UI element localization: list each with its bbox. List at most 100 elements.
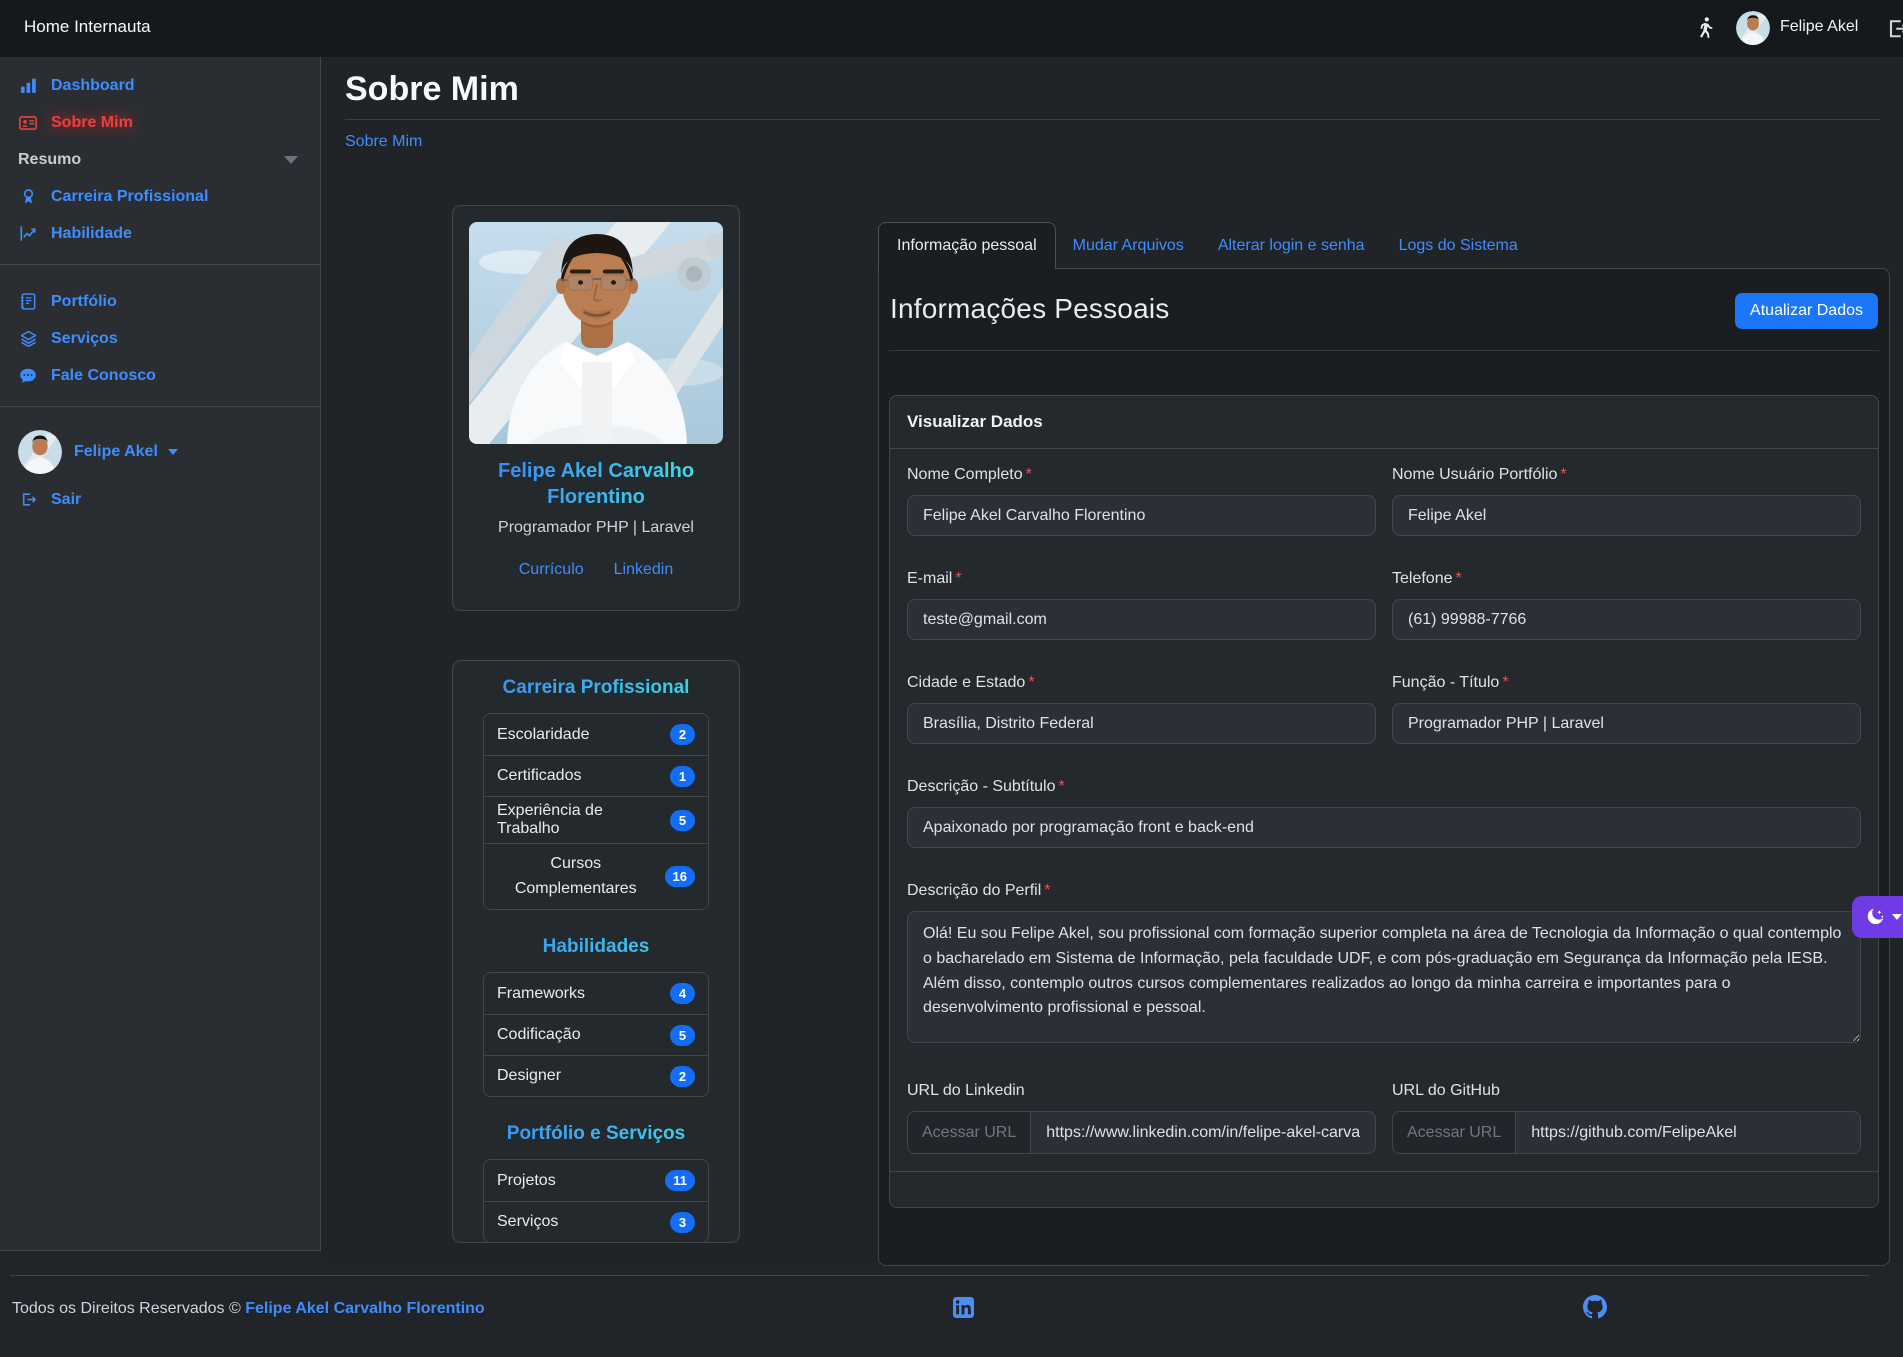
sidebar-item-label: Resumo [18,151,81,169]
list-item[interactable]: Designer 2 [484,1055,708,1096]
list-item-label: Codificação [497,1026,664,1044]
list-item[interactable]: Serviços 3 [484,1201,708,1242]
section-title: Informações Pessoais [890,293,1169,325]
count-badge: 5 [670,1025,695,1046]
dark-mode-toggle[interactable] [1852,896,1903,938]
accessibility-icon[interactable] [1694,16,1716,40]
profile-role: Programador PHP | Laravel [469,519,723,537]
linkedin-icon[interactable] [953,1297,974,1318]
footer-author[interactable]: Felipe Akel Carvalho Florentino [245,1300,484,1317]
sidebar-user-menu[interactable]: Felipe Akel [0,423,320,481]
field-label: URL do GitHub [1392,1082,1861,1104]
cidade-estado-input[interactable] [907,703,1376,744]
field-label: Nome Usuário Portfólio* [1392,466,1861,488]
list-item-label: Serviços [497,1213,664,1231]
list-item[interactable]: Escolaridade 2 [484,714,708,755]
skills-list: Frameworks 4 Codificação 5 Designer 2 [483,972,709,1097]
tab-mudar-arquivos[interactable]: Mudar Arquivos [1056,222,1201,269]
divider [10,1275,1869,1276]
sidebar-item-sair[interactable]: Sair [0,481,320,518]
sidebar-item-fale-conosco[interactable]: Fale Conosco [0,357,320,394]
sidebar-item-label: Habilidade [51,225,132,243]
logout-icon[interactable] [1884,16,1903,40]
skills-heading: Habilidades [453,936,739,958]
field-label: Nome Completo* [907,466,1376,488]
topbar: Home Internauta Felipe Akel [0,0,1903,57]
field-label: Descrição do Perfil* [907,882,1861,904]
topbar-username[interactable]: Felipe Akel [1780,18,1858,36]
footer-copyright: Todos os Direitos Reservados © Felipe Ak… [12,1300,485,1318]
email-input[interactable] [907,599,1376,640]
count-badge: 11 [665,1170,695,1191]
sidebar-item-label: Portfólio [51,293,117,311]
funcao-titulo-input[interactable] [1392,703,1861,744]
profile-photo [469,222,723,444]
career-heading: Carreira Profissional [453,677,739,699]
footer: Todos os Direitos Reservados © Felipe Ak… [0,1275,1903,1276]
list-item[interactable]: Experiência de Trabalho 5 [484,796,708,843]
form-card-title: Visualizar Dados [890,396,1878,449]
tab-panel: Informações Pessoais Atualizar Dados Vis… [878,268,1890,1266]
nome-usuario-input[interactable] [1392,495,1861,536]
list-item[interactable]: Certificados 1 [484,755,708,796]
github-url-input[interactable] [1516,1111,1861,1154]
page-title: Sobre Mim [345,70,519,109]
journal-icon [18,292,38,312]
career-list: Escolaridade 2 Certificados 1 Experiênci… [483,713,709,910]
sidebar-item-portfolio[interactable]: Portfólio [0,283,320,320]
list-item[interactable]: Frameworks 4 [484,973,708,1014]
avatar[interactable] [1736,11,1770,45]
count-badge: 2 [670,1066,695,1087]
chevron-down-icon [1892,914,1902,920]
linkedin-url-input[interactable] [1031,1111,1376,1154]
update-button[interactable]: Atualizar Dados [1735,293,1878,329]
moon-stars-icon [1865,907,1885,927]
descricao-perfil-textarea[interactable]: Olá! Eu sou Felipe Akel, sou profissiona… [907,911,1861,1043]
list-item-label: Frameworks [497,985,664,1003]
field-label: Descrição - Subtítulo* [907,778,1861,800]
sidebar-section-pages: Portfólio Serviços Fale Conosco [0,265,320,407]
sidebar-item-label: Dashboard [51,77,135,95]
count-badge: 1 [670,766,695,787]
tab-informacao-pessoal[interactable]: Informação pessoal [878,222,1056,269]
list-item[interactable]: Projetos 11 [484,1160,708,1201]
telefone-input[interactable] [1392,599,1861,640]
profile-card: Felipe Akel Carvalho Florentino Programa… [452,205,740,611]
field-label: E-mail* [907,570,1376,592]
page: Home Internauta Felipe Akel Dashboard [0,0,1903,1357]
list-item[interactable]: Codificação 5 [484,1014,708,1055]
app-title: Home Internauta [24,17,151,37]
person-vcard-icon [18,113,38,133]
sidebar-item-dashboard[interactable]: Dashboard [0,67,320,104]
field-label: Cidade e Estado* [907,674,1376,696]
list-item-label: Certificados [497,767,664,785]
sidebar-item-sobre-mim[interactable]: Sobre Mim [0,104,320,141]
tab-logs[interactable]: Logs do Sistema [1382,222,1535,269]
descricao-subtitulo-input[interactable] [907,807,1861,848]
chevron-down-icon [168,449,178,455]
breadcrumb[interactable]: Sobre Mim [345,133,422,151]
stack-icon [18,329,38,349]
curriculo-link[interactable]: Currículo [519,561,584,579]
tab-alterar-login[interactable]: Alterar login e senha [1201,222,1382,269]
github-icon[interactable] [1583,1295,1607,1319]
sidebar-item-habilidade[interactable]: Habilidade [0,215,320,252]
portfolio-heading: Portfólio e Serviços [453,1123,739,1145]
acessar-url-button[interactable]: Acessar URL [1392,1111,1516,1154]
linkedin-link[interactable]: Linkedin [614,561,674,579]
sidebar-item-resumo[interactable]: Resumo [0,141,320,178]
acessar-url-button[interactable]: Acessar URL [907,1111,1031,1154]
list-item-label: Escolaridade [497,726,664,744]
list-item[interactable]: Cursos Complementares 16 [484,843,708,909]
box-arrow-right-icon [18,490,38,510]
nome-completo-input[interactable] [907,495,1376,536]
divider [889,350,1879,351]
form-card: Visualizar Dados Nome Completo* Nome Usu… [889,395,1879,1208]
field-label: Telefone* [1392,570,1861,592]
list-item-label: Designer [497,1067,664,1085]
career-card: Carreira Profissional Escolaridade 2 Cer… [452,660,740,1243]
sidebar-item-servicos[interactable]: Serviços [0,320,320,357]
sidebar-section-user: Felipe Akel Sair [0,407,320,530]
sidebar-item-carreira-profissional[interactable]: Carreira Profissional [0,178,320,215]
list-item-label: Experiência de Trabalho [497,802,664,838]
